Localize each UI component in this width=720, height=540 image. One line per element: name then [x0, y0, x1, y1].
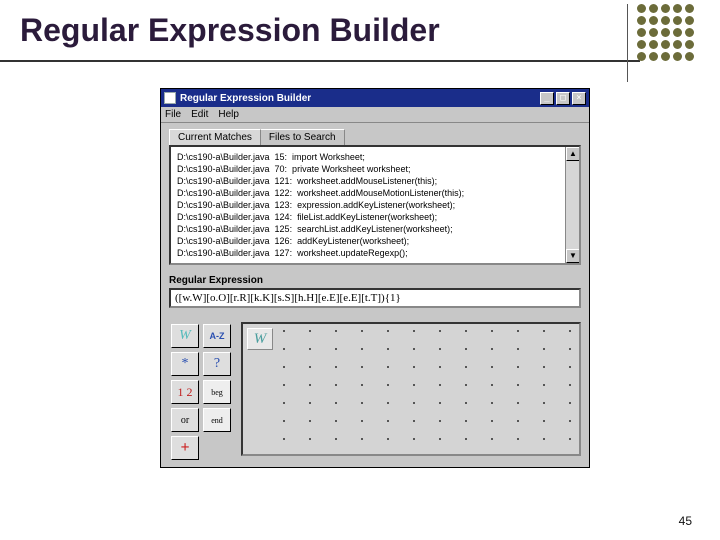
tabs: Current Matches Files to Search	[169, 129, 581, 145]
palette-beg-button[interactable]: beg	[203, 380, 231, 404]
title-underline	[0, 60, 640, 62]
window-buttons: _ □ ×	[540, 92, 586, 105]
match-row[interactable]: D:\cs190-a\Builder.java 126: addKeyListe…	[177, 235, 575, 247]
match-row[interactable]: D:\cs190-a\Builder.java 125: searchList.…	[177, 223, 575, 235]
workspace[interactable]: W	[241, 322, 581, 456]
match-row[interactable]: D:\cs190-a\Builder.java 70: private Work…	[177, 163, 575, 175]
match-row[interactable]: D:\cs190-a\Builder.java 127: worksheet.u…	[177, 247, 575, 259]
menu-file[interactable]: File	[165, 109, 181, 120]
tab-files-to-search[interactable]: Files to Search	[260, 129, 345, 145]
app-window: Regular Expression Builder _ □ × File Ed…	[160, 88, 590, 468]
regex-input[interactable]	[169, 288, 581, 308]
workspace-grid	[283, 330, 573, 448]
slide-title: Regular Expression Builder	[20, 12, 440, 49]
match-row[interactable]: D:\cs190-a\Builder.java 121: worksheet.a…	[177, 175, 575, 187]
maximize-button[interactable]: □	[556, 92, 570, 105]
decor-vertical-line	[627, 4, 628, 82]
scroll-up-button[interactable]: ▲	[566, 147, 580, 161]
match-row[interactable]: D:\cs190-a\Builder.java 124: fileList.ad…	[177, 211, 575, 223]
palette-or-button[interactable]: or	[171, 408, 199, 432]
match-row[interactable]: D:\cs190-a\Builder.java 122: worksheet.a…	[177, 187, 575, 199]
workspace-chip[interactable]: W	[247, 328, 273, 350]
menu-edit[interactable]: Edit	[191, 109, 208, 120]
palette-az-button[interactable]: A-Z	[203, 324, 231, 348]
palette-question-button[interactable]: ?	[203, 352, 231, 376]
page-number: 45	[679, 514, 692, 528]
lower-panel: W A-Z * ? 1 2 beg or end + W	[169, 322, 581, 462]
palette-plus-button[interactable]: +	[171, 436, 199, 460]
scroll-down-button[interactable]: ▼	[566, 249, 580, 263]
menubar: File Edit Help	[161, 107, 589, 123]
window-title: Regular Expression Builder	[180, 93, 540, 104]
regex-label: Regular Expression	[169, 275, 581, 286]
slide: Regular Expression Builder Regular Expre…	[0, 0, 720, 540]
match-row[interactable]: D:\cs190-a\Builder.java 123: expression.…	[177, 199, 575, 211]
palette-end-button[interactable]: end	[203, 408, 231, 432]
palette-num-button[interactable]: 1 2	[171, 380, 199, 404]
matches-list[interactable]: D:\cs190-a\Builder.java 15: import Works…	[169, 145, 581, 265]
palette-star-button[interactable]: *	[171, 352, 199, 376]
tab-current-matches[interactable]: Current Matches	[169, 129, 261, 145]
minimize-button[interactable]: _	[540, 92, 554, 105]
palette: W A-Z * ? 1 2 beg or end +	[169, 322, 233, 462]
palette-w-button[interactable]: W	[171, 324, 199, 348]
menu-help[interactable]: Help	[218, 109, 239, 120]
close-button[interactable]: ×	[572, 92, 586, 105]
client-area: Current Matches Files to Search D:\cs190…	[161, 123, 589, 470]
decor-dot-grid	[637, 4, 694, 61]
titlebar[interactable]: Regular Expression Builder _ □ ×	[161, 89, 589, 107]
match-row[interactable]: D:\cs190-a\Builder.java 15: import Works…	[177, 151, 575, 163]
scrollbar[interactable]: ▲ ▼	[565, 147, 579, 263]
app-icon	[164, 92, 176, 104]
